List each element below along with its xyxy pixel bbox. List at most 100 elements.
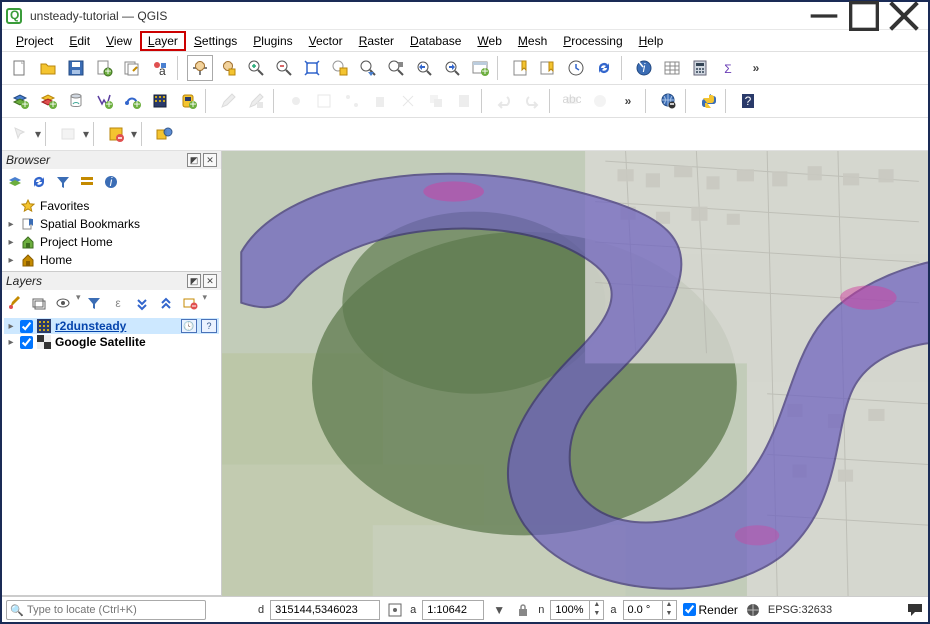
rotation-down[interactable]: ▼ <box>662 610 676 619</box>
rotation-input[interactable] <box>624 601 662 619</box>
help-button[interactable]: ? <box>735 88 761 114</box>
collapse-all-icon[interactable] <box>155 292 177 314</box>
expression-filter-icon[interactable]: ε <box>107 292 129 314</box>
new-memory-layer-button[interactable]: + <box>91 88 117 114</box>
menu-mesh[interactable]: Mesh <box>510 32 555 50</box>
zoom-full-button[interactable] <box>299 55 325 81</box>
label-tool-button[interactable]: abc <box>559 88 585 114</box>
field-calculator-button[interactable] <box>687 55 713 81</box>
browser-item-project-home[interactable]: ▸Project Home <box>4 233 219 251</box>
new-gps-layer-button[interactable]: + <box>175 88 201 114</box>
add-group-icon[interactable] <box>28 292 50 314</box>
menu-plugins[interactable]: Plugins <box>245 32 300 50</box>
toolbar-overflow-button[interactable]: » <box>615 88 641 114</box>
close-button[interactable] <box>884 3 924 29</box>
layer-google-satellite[interactable]: ▸Google Satellite <box>4 334 219 350</box>
menu-web[interactable]: Web <box>469 32 509 50</box>
rotation-up[interactable]: ▲ <box>662 601 676 610</box>
copy-button[interactable] <box>423 88 449 114</box>
manage-visibility-icon[interactable] <box>52 292 74 314</box>
browser-item-favorites[interactable]: Favorites <box>4 197 219 215</box>
browser-item-spatial-bookmarks[interactable]: ▸Spatial Bookmarks <box>4 215 219 233</box>
cut-button[interactable] <box>395 88 421 114</box>
deselect-dropdown[interactable]: ▾ <box>130 127 138 141</box>
filter-icon[interactable] <box>52 171 74 193</box>
toolbar-overflow-button[interactable]: » <box>743 55 769 81</box>
python-console-button[interactable] <box>695 88 721 114</box>
browser-panel-header[interactable]: Browser ◩ ✕ <box>2 151 221 169</box>
new-map-view-button[interactable]: + <box>467 55 493 81</box>
maximize-button[interactable] <box>844 3 884 29</box>
undo-button[interactable] <box>491 88 517 114</box>
attribute-table-button[interactable] <box>659 55 685 81</box>
select-features-button[interactable] <box>7 121 33 147</box>
refresh-button[interactable] <box>591 55 617 81</box>
pan-button[interactable] <box>187 55 213 81</box>
diagram-tool-button[interactable] <box>587 88 613 114</box>
temporal-controller-button[interactable] <box>563 55 589 81</box>
select-dropdown[interactable]: ▾ <box>34 127 42 141</box>
filter-legend-icon[interactable] <box>83 292 105 314</box>
statistics-button[interactable]: Σ <box>715 55 741 81</box>
crs-icon[interactable] <box>744 601 762 619</box>
redo-button[interactable] <box>519 88 545 114</box>
temporal-badge-icon[interactable]: 🕓 <box>181 319 197 333</box>
magnifier-input[interactable] <box>551 601 589 619</box>
menu-help[interactable]: Help <box>631 32 672 50</box>
menu-processing[interactable]: Processing <box>555 32 630 50</box>
layer-visibility-checkbox[interactable] <box>20 320 33 333</box>
new-mesh-layer-button[interactable] <box>147 88 173 114</box>
browser-tree[interactable]: Favorites▸Spatial Bookmarks▸Project Home… <box>2 195 221 271</box>
toggle-editing-button[interactable] <box>215 88 241 114</box>
remove-layer-icon[interactable] <box>179 292 201 314</box>
new-virtual-layer-button[interactable]: + <box>119 88 145 114</box>
panel-undock-button[interactable]: ◩ <box>187 153 201 167</box>
zoom-next-button[interactable] <box>439 55 465 81</box>
delete-selected-button[interactable] <box>367 88 393 114</box>
extents-icon[interactable] <box>386 601 404 619</box>
paste-button[interactable] <box>451 88 477 114</box>
zoom-last-button[interactable] <box>411 55 437 81</box>
scale-dropdown[interactable]: ▼ <box>490 601 508 619</box>
web-tool-button[interactable] <box>655 88 681 114</box>
render-checkbox[interactable] <box>683 603 696 616</box>
menu-settings[interactable]: Settings <box>186 32 245 50</box>
add-feature-button[interactable] <box>283 88 309 114</box>
panel-undock-button[interactable]: ◩ <box>187 274 201 288</box>
expand-all-icon[interactable] <box>131 292 153 314</box>
style-manager-button[interactable]: a <box>147 55 173 81</box>
layer-visibility-checkbox[interactable] <box>20 336 33 349</box>
add-layer-icon[interactable] <box>4 171 26 193</box>
move-feature-button[interactable] <box>311 88 337 114</box>
zoom-in-button[interactable] <box>243 55 269 81</box>
properties-icon[interactable]: i <box>100 171 122 193</box>
save-project-button[interactable] <box>63 55 89 81</box>
select-by-location-button[interactable] <box>151 121 177 147</box>
select-by-expression-button[interactable] <box>55 121 81 147</box>
new-print-layout-button[interactable]: + <box>91 55 117 81</box>
new-geopackage-button[interactable] <box>63 88 89 114</box>
layer-r2dunsteady[interactable]: ▸r2dunsteady🕓? <box>4 318 219 334</box>
layout-manager-button[interactable] <box>119 55 145 81</box>
help-badge-icon[interactable]: ? <box>201 319 217 333</box>
layer-styling-icon[interactable] <box>4 292 26 314</box>
menu-view[interactable]: View <box>98 32 140 50</box>
scale-field[interactable] <box>422 600 484 620</box>
browser-item-home[interactable]: ▸Home <box>4 251 219 269</box>
map-canvas[interactable] <box>222 151 928 596</box>
zoom-to-layer-button[interactable] <box>355 55 381 81</box>
locator-widget[interactable]: 🔍 <box>6 600 206 620</box>
rotation-field[interactable]: ▲▼ <box>623 600 677 620</box>
panel-close-button[interactable]: ✕ <box>203 274 217 288</box>
show-bookmarks-button[interactable] <box>535 55 561 81</box>
panel-close-button[interactable]: ✕ <box>203 153 217 167</box>
collapse-all-icon[interactable] <box>76 171 98 193</box>
node-tool-button[interactable] <box>339 88 365 114</box>
zoom-native-button[interactable] <box>383 55 409 81</box>
select-expr-dropdown[interactable]: ▾ <box>82 127 90 141</box>
menu-project[interactable]: Project <box>8 32 61 50</box>
render-toggle[interactable]: Render <box>683 603 738 617</box>
magnifier-down[interactable]: ▼ <box>589 610 603 619</box>
layers-tree[interactable]: ▸r2dunsteady🕓?▸Google Satellite <box>2 316 221 595</box>
zoom-out-button[interactable] <box>271 55 297 81</box>
